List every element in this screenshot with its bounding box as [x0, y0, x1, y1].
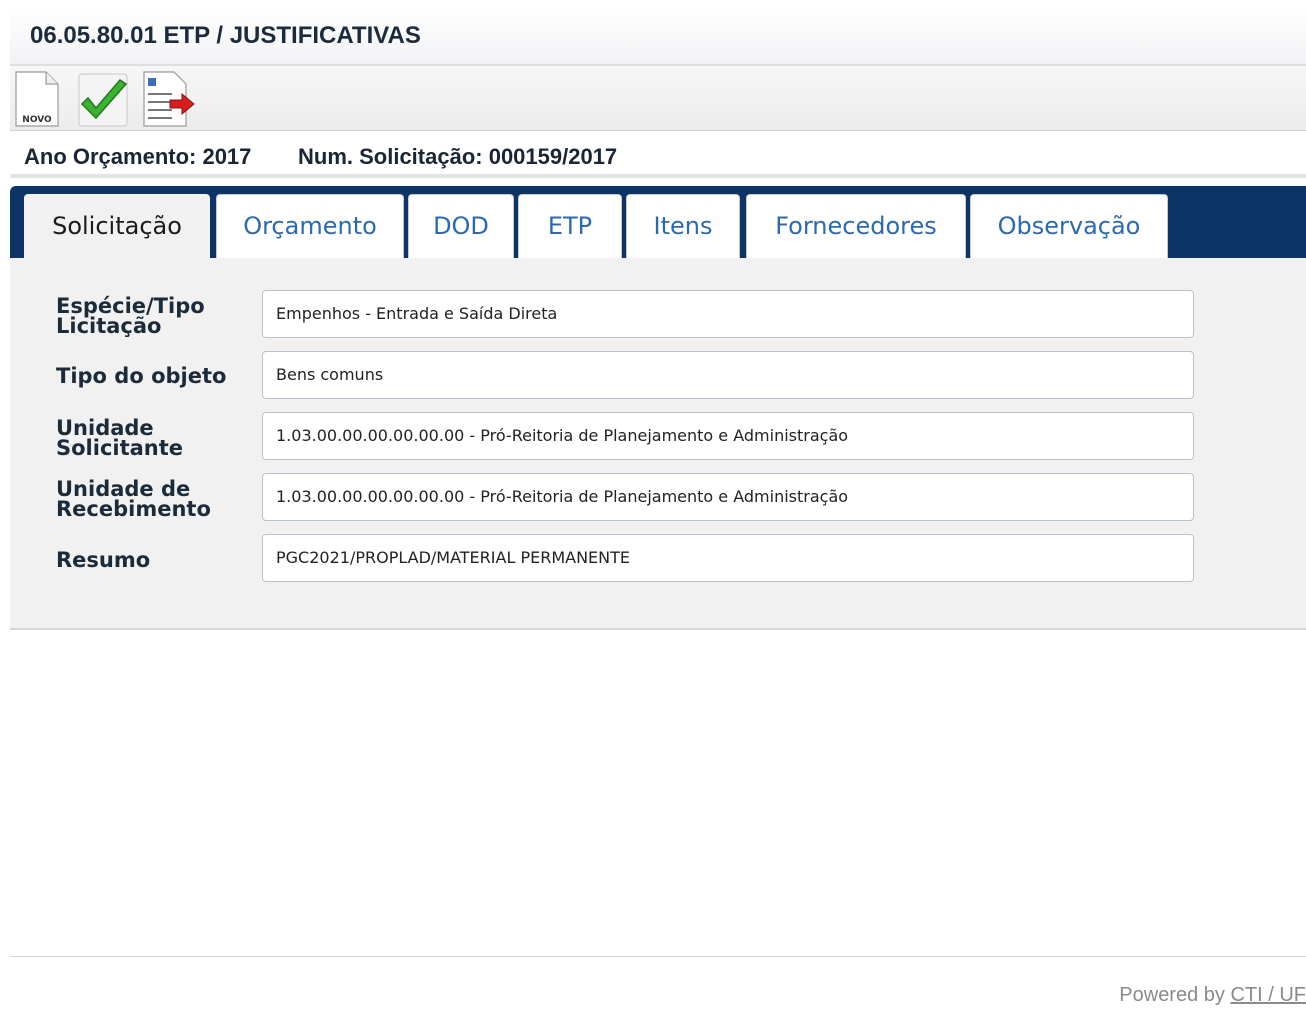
unidade-recebimento-label: Unidade de Recebimento — [56, 477, 211, 521]
especie-tipo-label-line1: Espécie/Tipo — [56, 294, 205, 318]
new-document-caption: NOVO — [22, 115, 52, 125]
unidade-recebimento-field[interactable]: 1.03.00.00.00.00.00.00 - Pró-Reitoria de… — [262, 473, 1194, 521]
info-bar: Ano Orçamento: 2017 Num. Solicitação: 00… — [10, 138, 1306, 178]
tab-orcamento[interactable]: Orçamento — [216, 194, 404, 258]
especie-tipo-field[interactable]: Empenhos - Entrada e Saída Direta — [262, 290, 1194, 338]
solicitacao-panel: Solicitação Orçamento DOD ETP Itens Forn… — [10, 186, 1306, 630]
export-report-button[interactable] — [140, 70, 195, 128]
tipo-objeto-field[interactable]: Bens comuns — [262, 351, 1194, 399]
num-solicitacao: Num. Solicitação: 000159/2017 — [298, 144, 618, 169]
resumo-label: Resumo — [56, 548, 151, 572]
unidade-solicitante-label-line1: Unidade — [56, 416, 154, 440]
tab-observacao[interactable]: Observação — [970, 194, 1168, 258]
unidade-solicitante-field[interactable]: 1.03.00.00.00.00.00.00 - Pró-Reitoria de… — [262, 412, 1194, 460]
unidade-solicitante-label: Unidade Solicitante — [56, 416, 184, 460]
document-arrow-icon — [143, 71, 195, 127]
unidade-recebimento-label-line2: Recebimento — [56, 497, 211, 521]
footer: Powered by CTI / UF — [1119, 984, 1306, 1007]
tab-strip: Solicitação Orçamento DOD ETP Itens Forn… — [10, 186, 1306, 260]
tab-itens[interactable]: Itens — [626, 194, 740, 258]
green-checkmark-icon — [78, 73, 128, 127]
new-document-button[interactable]: NOVO — [12, 70, 62, 128]
unidade-solicitante-label-line2: Solicitante — [56, 436, 184, 460]
footer-divider — [10, 956, 1306, 957]
footer-link[interactable]: CTI / UF — [1230, 984, 1306, 1006]
especie-tipo-label: Espécie/Tipo Licitação — [56, 294, 205, 338]
resumo-field[interactable]: PGC2021/PROPLAD/MATERIAL PERMANENTE — [262, 534, 1194, 582]
title-bar: 06.05.80.01 ETP / JUSTIFICATIVAS — [10, 8, 1306, 66]
page-title: 06.05.80.01 ETP / JUSTIFICATIVAS — [30, 22, 421, 49]
tab-solicitacao[interactable]: Solicitação — [24, 194, 210, 260]
toolbar: NOVO — [10, 66, 1306, 131]
tipo-objeto-label: Tipo do objeto — [56, 364, 227, 388]
unidade-recebimento-label-line1: Unidade de — [56, 477, 191, 501]
especie-tipo-label-line2: Licitação — [56, 314, 162, 338]
new-document-icon: NOVO — [15, 71, 59, 127]
tab-fornecedores[interactable]: Fornecedores — [746, 194, 966, 258]
confirm-button[interactable] — [76, 70, 128, 128]
tab-dod[interactable]: DOD — [408, 194, 514, 258]
tab-etp[interactable]: ETP — [518, 194, 622, 258]
footer-text: Powered by — [1119, 984, 1231, 1006]
ano-orcamento: Ano Orçamento: 2017 — [24, 144, 252, 169]
